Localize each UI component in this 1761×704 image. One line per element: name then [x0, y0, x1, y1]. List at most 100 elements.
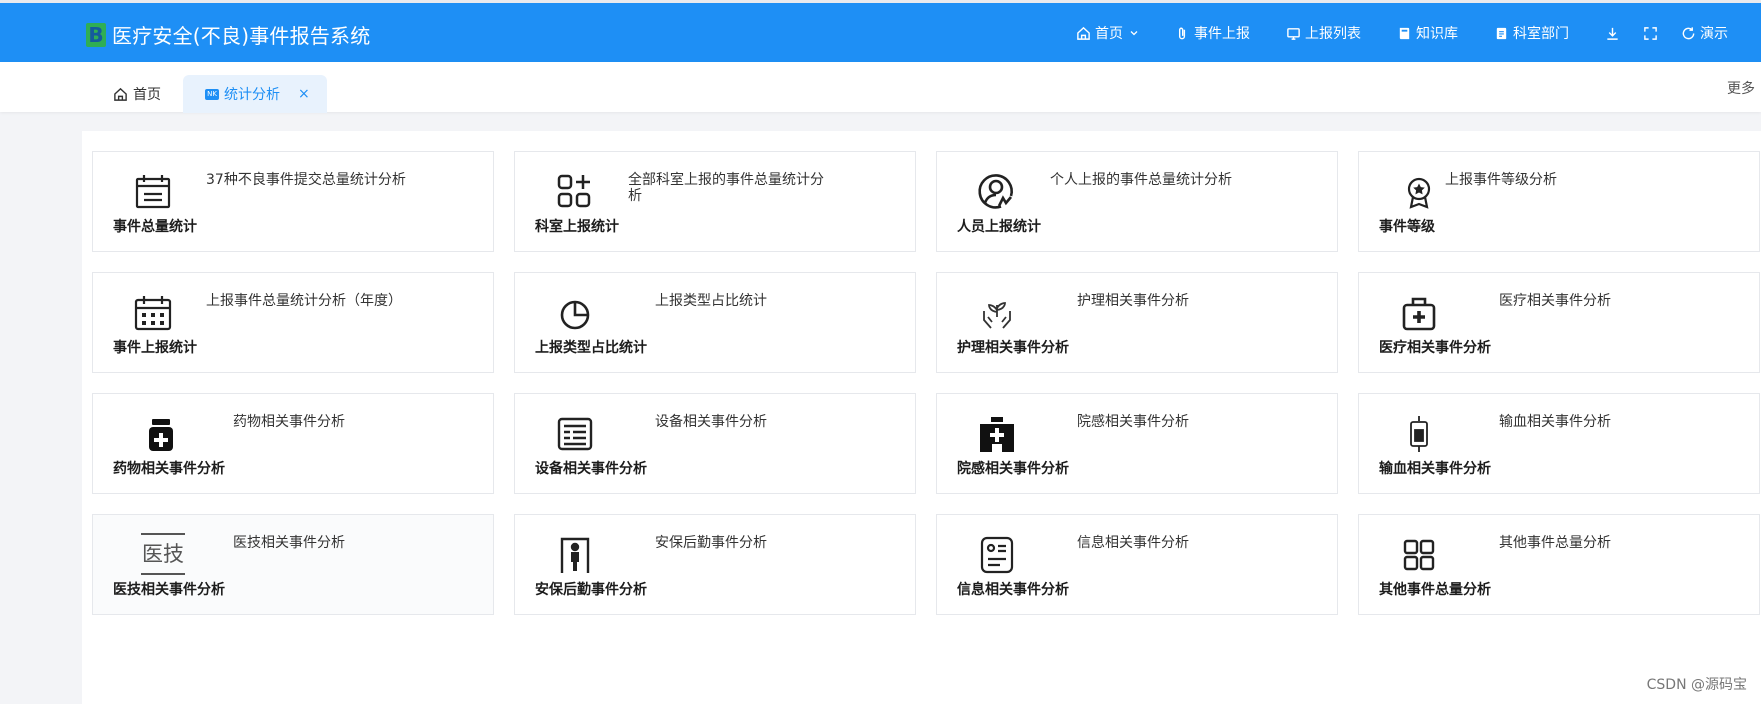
- card-type-ratio[interactable]: 上报类型占比统计 上报类型占比统计: [514, 272, 916, 373]
- card-title: 事件等级: [1379, 219, 1435, 235]
- card-title: 人员上报统计: [957, 219, 1041, 235]
- card-title: 医疗相关事件分析: [1379, 340, 1491, 356]
- nav-refresh-demo-label: 演示: [1700, 26, 1728, 42]
- medicine-bottle-icon: [141, 414, 181, 454]
- home-icon: [1077, 26, 1090, 40]
- card-description: 医技相关事件分析: [233, 535, 345, 551]
- card-transfusion[interactable]: 输血相关事件分析 输血相关事件分析: [1358, 393, 1760, 494]
- card-title: 医技相关事件分析: [113, 582, 225, 598]
- tabs-bar: 首页 NK 统计分析 × 更多: [0, 62, 1761, 113]
- clipboard-icon: [1496, 27, 1507, 39]
- statistics-tab-icon: NK: [205, 88, 219, 100]
- pie-chart-icon: [555, 293, 595, 333]
- nav-event-report-label: 事件上报: [1194, 26, 1250, 42]
- card-description: 上报事件总量统计分析（年度）: [206, 293, 402, 309]
- hands-plant-icon: [977, 293, 1017, 333]
- close-icon[interactable]: ×: [298, 86, 310, 102]
- monitor-icon: [1287, 27, 1300, 40]
- nav-home-label: 首页: [1095, 26, 1123, 42]
- hospital-icon: [977, 414, 1017, 454]
- nav-home[interactable]: 首页: [1076, 23, 1139, 43]
- nav-knowledge-base[interactable]: 知识库: [1397, 23, 1458, 43]
- book-icon: [1399, 27, 1410, 39]
- top-bar: B 医疗安全(不良)事件报告系统 首页 事件上报 上报列表 知识库 科室部门 演…: [0, 0, 1761, 62]
- card-description: 个人上报的事件总量统计分析: [1050, 172, 1232, 188]
- card-personnel-report[interactable]: 个人上报的事件总量统计分析 人员上报统计: [936, 151, 1338, 252]
- card-title: 事件总量统计: [113, 219, 197, 235]
- medical-kit-icon: [1399, 293, 1439, 333]
- card-title: 安保后勤事件分析: [535, 582, 647, 598]
- download-button[interactable]: [1605, 25, 1621, 41]
- chevron-down-icon: [1130, 31, 1138, 36]
- card-description: 设备相关事件分析: [655, 414, 767, 430]
- card-description: 上报事件等级分析: [1445, 172, 1557, 188]
- grid-apps-icon: [1399, 535, 1439, 575]
- more-tabs-button[interactable]: 更多: [1727, 78, 1761, 98]
- card-nursing[interactable]: 护理相关事件分析 护理相关事件分析: [936, 272, 1338, 373]
- user-circle-icon: [977, 172, 1017, 212]
- card-description: 信息相关事件分析: [1077, 535, 1189, 551]
- card-infection[interactable]: 院感相关事件分析 院感相关事件分析: [936, 393, 1338, 494]
- card-equipment[interactable]: 设备相关事件分析 设备相关事件分析: [514, 393, 916, 494]
- nav-department[interactable]: 科室部门: [1494, 23, 1569, 43]
- card-title: 科室上报统计: [535, 219, 619, 235]
- device-list-icon: [555, 414, 595, 454]
- card-title: 药物相关事件分析: [113, 461, 225, 477]
- card-other[interactable]: 其他事件总量分析 其他事件总量分析: [1358, 514, 1760, 615]
- blood-bag-icon: [1399, 414, 1439, 454]
- card-information[interactable]: 信息相关事件分析 信息相关事件分析: [936, 514, 1338, 615]
- calendar-list-icon: [133, 172, 173, 212]
- info-card-icon: [977, 535, 1017, 575]
- nav-refresh-demo[interactable]: 演示: [1681, 23, 1728, 43]
- card-description: 其他事件总量分析: [1499, 535, 1611, 551]
- card-drug[interactable]: 药物相关事件分析 药物相关事件分析: [92, 393, 494, 494]
- card-department-report[interactable]: 全部科室上报的事件总量统计分析 科室上报统计: [514, 151, 916, 252]
- tab-home[interactable]: 首页: [113, 75, 161, 113]
- card-annual-report[interactable]: 上报事件总量统计分析（年度） 事件上报统计: [92, 272, 494, 373]
- card-description: 医疗相关事件分析: [1499, 293, 1611, 309]
- nav-event-report[interactable]: 事件上报: [1175, 23, 1250, 43]
- card-description: 输血相关事件分析: [1499, 414, 1611, 430]
- nav-report-list[interactable]: 上报列表: [1286, 23, 1361, 43]
- nav-department-label: 科室部门: [1513, 26, 1569, 42]
- top-nav: 首页 事件上报 上报列表 知识库 科室部门 演示: [1076, 23, 1728, 43]
- medal-icon: [1399, 172, 1439, 212]
- app-title: 医疗安全(不良)事件报告系统: [112, 24, 371, 48]
- card-title: 护理相关事件分析: [957, 340, 1069, 356]
- home-icon: [114, 87, 127, 101]
- card-description: 护理相关事件分析: [1077, 293, 1189, 309]
- tab-statistics-label: 统计分析: [224, 87, 280, 103]
- fullscreen-icon: [1644, 26, 1657, 40]
- brand[interactable]: B 医疗安全(不良)事件报告系统: [86, 20, 370, 49]
- card-description: 安保后勤事件分析: [655, 535, 767, 551]
- card-title: 事件上报统计: [113, 340, 197, 356]
- tab-statistics[interactable]: NK 统计分析 ×: [183, 75, 327, 113]
- card-title: 设备相关事件分析: [535, 461, 647, 477]
- apps-add-icon: [555, 172, 595, 212]
- card-event-total[interactable]: 37种不良事件提交总量统计分析 事件总量统计: [92, 151, 494, 252]
- nav-knowledge-base-label: 知识库: [1416, 26, 1458, 42]
- card-title: 信息相关事件分析: [957, 582, 1069, 598]
- card-description: 院感相关事件分析: [1077, 414, 1189, 430]
- card-description: 上报类型占比统计: [655, 293, 767, 309]
- card-medical[interactable]: 医疗相关事件分析 医疗相关事件分析: [1358, 272, 1760, 373]
- card-title: 上报类型占比统计: [535, 340, 647, 356]
- calendar-grid-icon: [133, 293, 173, 333]
- card-event-level[interactable]: 上报事件等级分析 事件等级: [1358, 151, 1760, 252]
- download-icon: [1607, 27, 1618, 40]
- fullscreen-button[interactable]: [1643, 25, 1659, 41]
- card-security-logistics[interactable]: 安保后勤事件分析 安保后勤事件分析: [514, 514, 916, 615]
- card-description: 药物相关事件分析: [233, 414, 345, 430]
- card-title: 院感相关事件分析: [957, 461, 1069, 477]
- medical-tech-icon-text: 医技: [141, 533, 185, 575]
- nav-report-list-label: 上报列表: [1305, 26, 1361, 42]
- paperclip-icon: [1178, 27, 1186, 39]
- security-gate-icon: [555, 535, 595, 575]
- medical-tech-icon: 医技: [141, 533, 185, 575]
- tab-home-label: 首页: [133, 87, 161, 103]
- card-description: 37种不良事件提交总量统计分析: [206, 172, 406, 188]
- card-title: 其他事件总量分析: [1379, 582, 1491, 598]
- card-medical-tech[interactable]: 医技 医技相关事件分析 医技相关事件分析: [92, 514, 494, 615]
- watermark: CSDN @源码宝: [1646, 677, 1747, 693]
- card-title: 输血相关事件分析: [1379, 461, 1491, 477]
